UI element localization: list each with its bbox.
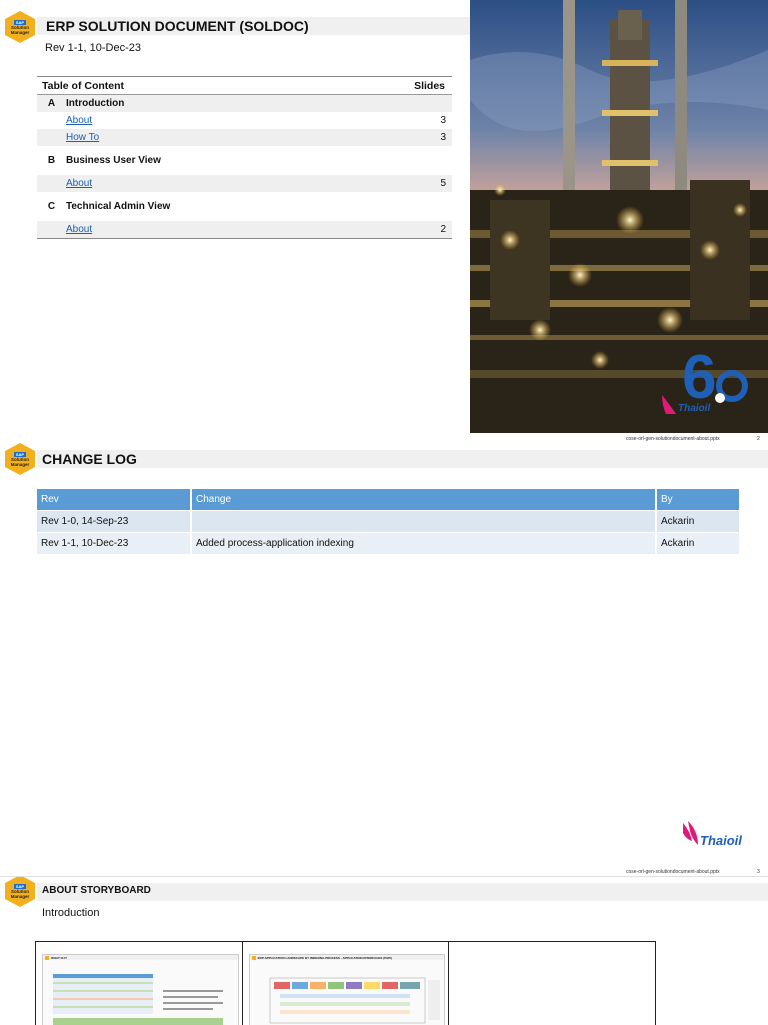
toc-link-about[interactable]: About: [66, 224, 416, 235]
refinery-photo: 6 Thaioil: [470, 0, 768, 433]
toc-link-about[interactable]: About: [66, 178, 416, 189]
thaioil-logo-text: Thaioil: [700, 833, 742, 848]
thumbnail-title: WHAT IS IT: [51, 955, 67, 960]
column-header-rev: Rev: [37, 489, 192, 510]
revision-text: Rev 1-1, 10-Dec-23: [45, 42, 141, 54]
solution-manager-logo: SAP Solution Manager: [5, 877, 35, 907]
table-of-content: Table of Content Slides A Introduction Abo…: [37, 76, 452, 239]
page-title: ABOUT STORYBOARD: [42, 885, 151, 896]
document-title: ERP SOLUTION DOCUMENT (SOLDOC): [46, 18, 309, 34]
toc-section-b: B Business User View: [47, 155, 161, 166]
slide-toc: SAP Solution Manager ERP SOLUTION DOCUMENT…: [0, 0, 768, 445]
title-bar: [37, 450, 768, 468]
thaioil-logo-text: Thaioil: [678, 403, 711, 414]
toc-link-how-to[interactable]: How To: [66, 132, 416, 143]
column-header-by: By: [657, 489, 741, 510]
toc-section-c: C Technical Admin View: [47, 201, 171, 212]
slide-change-log: SAP Solution Manager CHANGE LOG Rev Change…: [0, 441, 768, 876]
footer-filename: cose-orl-gen-solutiondocument-about.pptx: [626, 869, 720, 875]
table-row: Rev 1-0, 14-Sep-23 Ackarin: [37, 511, 741, 532]
svg-text:6: 6: [682, 343, 716, 412]
section-subtitle: Introduction: [42, 907, 100, 919]
storyboard-thumbnail[interactable]: WHAT IS IT: [36, 942, 243, 1025]
toc-item: About 2: [37, 221, 452, 238]
thumbnail-title: ERP APPLICATION LANDSCAPE BY INDEXING PR…: [257, 955, 393, 960]
toc-section-a: A Introduction: [37, 95, 452, 112]
toc-item: About 5: [37, 175, 452, 192]
toc-item: How To 3: [37, 129, 452, 146]
storyboard-thumbnail[interactable]: ERP APPLICATION LANDSCAPE BY INDEXING PR…: [243, 942, 450, 1025]
toc-header: Table of Content: [42, 79, 125, 92]
solution-manager-logo: SAP Solution Manager: [5, 11, 35, 43]
page-number: 3: [757, 869, 760, 875]
solution-manager-logo: SAP Solution Manager: [5, 443, 35, 475]
storyboard-grid: WHAT IS IT ERP APPLICATION LANDSCAPE BY: [35, 941, 656, 1025]
thaioil-logo: Thaioil: [680, 819, 750, 853]
toc-slides-header: Slides: [414, 79, 445, 92]
column-header-change: Change: [192, 489, 657, 510]
page-title: CHANGE LOG: [42, 451, 137, 467]
table-row: Rev 1-1, 10-Dec-23 Added process-applica…: [37, 533, 741, 554]
toc-link-about[interactable]: About: [66, 115, 416, 126]
storyboard-empty-cell: [449, 942, 655, 1025]
toc-item: About 3: [66, 115, 446, 126]
change-log-table: Rev Change By Rev 1-0, 14-Sep-23 Ackarin…: [37, 488, 741, 555]
